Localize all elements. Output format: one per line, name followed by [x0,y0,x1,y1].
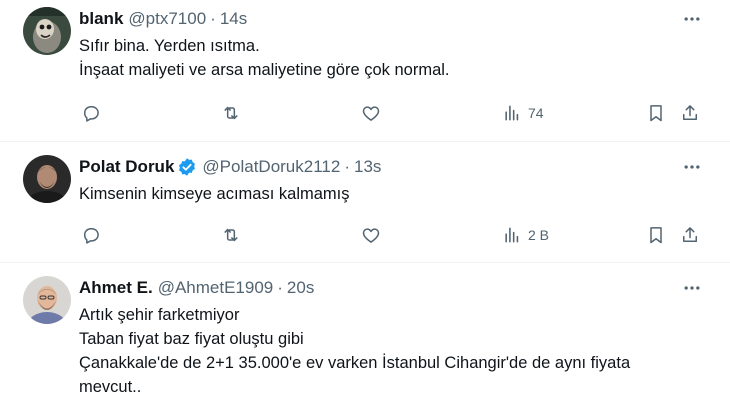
bookmark-icon [650,105,662,122]
retweet-button[interactable] [221,223,241,247]
tweet-text-line: Çanakkale'de de 2+1 35.000'e ev varken İ… [79,354,631,372]
retweet-icon [224,106,238,120]
like-icon [362,228,380,243]
reply-icon [84,228,99,244]
author-handle[interactable]: @AhmetE1909 [158,278,274,298]
reply-button[interactable] [81,101,101,125]
like-button[interactable] [361,223,381,247]
avatar[interactable] [23,155,71,203]
tweet-text: Sıfır bina. Yerden ısıtma. İnşaat maliye… [79,34,450,82]
bookmark-button[interactable] [646,101,666,125]
share-button[interactable] [680,223,700,247]
author-handle[interactable]: @PolatDoruk2112 [202,157,340,177]
author-name[interactable]: Polat Doruk [79,157,174,177]
share-button[interactable] [680,101,700,125]
reply-button[interactable] [81,223,101,247]
author-name[interactable]: blank [79,9,123,29]
more-icon[interactable] [680,155,704,179]
tweet-header: blank @ptx7100 · 14s [79,7,247,31]
author-handle[interactable]: @ptx7100 [128,9,206,29]
tweet-text-line: Taban fiyat baz fiyat oluştu gibi [79,330,304,348]
timestamp[interactable]: 20s [287,278,314,298]
avatar[interactable] [23,7,71,55]
more-icon[interactable] [680,7,704,31]
avatar[interactable] [23,276,71,324]
separator-dot: · [344,157,350,176]
author-name[interactable]: Ahmet E. [79,278,153,298]
tweet-text-line: İnşaat maliyeti ve arsa maliyetine göre … [79,61,450,79]
retweet-button[interactable] [221,101,241,125]
bookmark-icon [650,227,662,244]
tweet-header: Polat Doruk @PolatDoruk2112 · 13s [79,155,381,179]
tweet-text-line: Kimsenin kimseye acıması kalmamış [79,185,350,203]
tweet-text-line: mevcut.. [79,378,142,396]
timestamp[interactable]: 14s [220,9,247,29]
views-button[interactable]: 2 B [502,223,549,247]
views-icon [505,227,519,243]
share-icon [683,105,697,120]
bookmark-button[interactable] [646,223,666,247]
tweet-text-line: Artık şehir farketmiyor [79,306,240,324]
tweet[interactable]: Polat Doruk @PolatDoruk2112 · 13s Kimsen… [0,142,730,262]
views-button[interactable]: 74 [502,101,544,125]
more-icon[interactable] [680,276,704,300]
views-count: 74 [528,105,544,121]
retweet-icon [224,228,238,242]
reply-icon [84,106,99,122]
views-icon [505,105,519,121]
separator-dot: · [210,9,216,28]
like-button[interactable] [361,101,381,125]
views-count: 2 B [528,227,550,243]
action-bar: 74 [79,101,709,125]
verified-badge-icon [177,157,197,177]
tweet[interactable]: blank @ptx7100 · 14s Sıfır bina. Yerden … [0,0,730,141]
separator-dot: · [277,278,283,297]
tweet-text-line: Sıfır bina. Yerden ısıtma. [79,37,260,55]
like-icon [362,106,380,121]
tweet-text: Artık şehir farketmiyor Taban fiyat baz … [79,303,630,399]
share-icon [683,227,697,242]
tweet-text: Kimsenin kimseye acıması kalmamış [79,182,350,206]
tweet-header: Ahmet E. @AhmetE1909 · 20s [79,276,314,300]
timestamp[interactable]: 13s [354,157,381,177]
tweet[interactable]: Ahmet E. @AhmetE1909 · 20s Artık şehir f… [0,263,730,420]
action-bar: 2 B [79,223,709,247]
